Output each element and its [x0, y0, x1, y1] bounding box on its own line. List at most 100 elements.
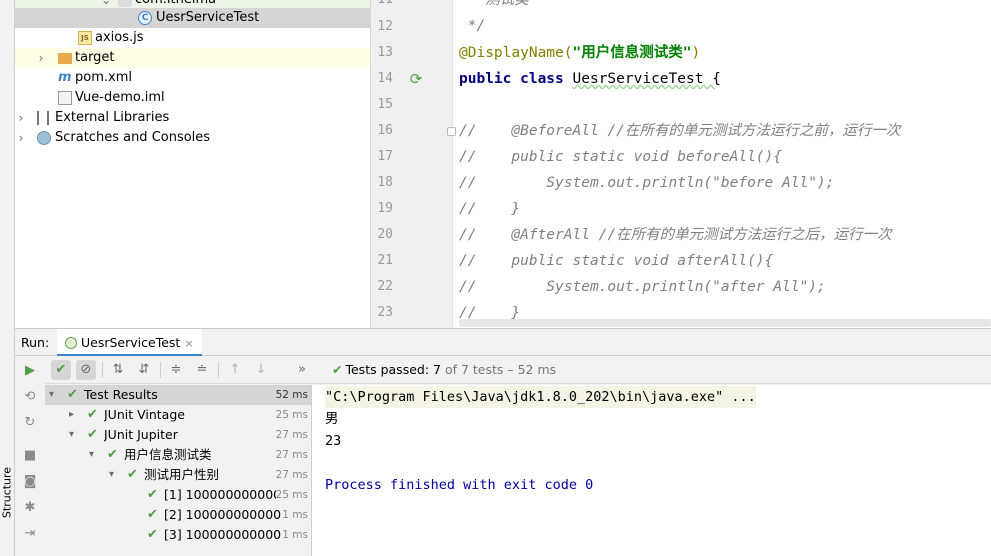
line-number: 21 [377, 253, 393, 268]
code-line-19: // } [459, 201, 521, 217]
scratches-icon [37, 131, 51, 145]
line-number: 13 [377, 45, 393, 60]
string-token: "用户信息测试类" [572, 45, 692, 61]
code-line-14: public class UesrServiceTest { [459, 66, 721, 92]
rerun-icon[interactable]: ▶ [21, 362, 39, 380]
chevron-down-icon[interactable]: ▾ [89, 445, 94, 465]
debug-icon[interactable]: ✱ [21, 499, 39, 517]
toolbar-separator [218, 362, 219, 378]
structure-tab[interactable]: Structure [0, 466, 14, 524]
test-node-time: 52 ms [275, 389, 308, 401]
sort-by-duration-icon[interactable]: ⇵ [134, 360, 154, 380]
test-node-junit-jupiter[interactable]: ▾ ✔ JUnit Jupiter 27 ms [45, 425, 311, 445]
line-number: 22 [377, 279, 393, 294]
class-name-token: UesrServiceTest { [572, 71, 721, 87]
close-icon[interactable]: × [184, 337, 193, 350]
check-icon: ✔ [87, 407, 98, 422]
tree-item-pom-xml[interactable]: m pom.xml [15, 68, 370, 88]
left-tool-strip: Structure [0, 0, 15, 556]
line-number: 17 [377, 149, 393, 164]
code-line-13: @DisplayName("用户信息测试类") [459, 40, 700, 66]
tree-item-vue-demo-iml[interactable]: Vue-demo.iml [15, 88, 370, 108]
console-output[interactable]: "C:\Program Files\Java\jdk1.8.0_202\bin\… [312, 385, 991, 556]
check-icon: ✔ [147, 527, 158, 542]
editor-horizontal-scrollbar[interactable] [459, 319, 991, 327]
test-node-time: 27 ms [275, 429, 308, 441]
toolbar-separator [160, 362, 161, 378]
show-passed-icon[interactable]: ✔ [51, 360, 71, 380]
test-node-label: [3] 1000000000000 [164, 527, 282, 542]
code-line-18: // System.out.println("before All"); [459, 175, 835, 191]
tree-item-axios-js[interactable]: JS axios.js [15, 28, 370, 48]
run-test-gutter-icon[interactable]: ⟳ [407, 70, 425, 88]
test-node-label: JUnit Vintage [104, 407, 185, 422]
test-node-time: 27 ms [275, 449, 308, 461]
test-node-case-3[interactable]: ✔ [3] 1000000000000 1 ms [45, 525, 311, 545]
stop-icon[interactable]: ■ [21, 447, 39, 465]
sort-alphabetically-icon[interactable]: ⇅ [108, 360, 128, 380]
run-toolbar: ✔ ⊘ ⇅ ⇵ ≑ ≐ ↑ ↓ » ✔ Tests passed: 7 of 7 … [45, 356, 991, 384]
test-node-method[interactable]: ▾ ✔ 测试用户性别 27 ms [45, 465, 311, 485]
line-number: 11 [371, 0, 393, 7]
keyword-token: public class [459, 71, 573, 87]
code-editor[interactable]: 11 12 13 14 15 16 17 18 19 20 21 22 23 ⟳… [371, 0, 991, 328]
test-node-time: 1 ms [282, 529, 308, 541]
test-node-case-2[interactable]: ✔ [2] 1000000000000 1 ms [45, 505, 311, 525]
check-icon: ✔ [127, 467, 138, 482]
chevron-down-icon[interactable]: ▾ [49, 385, 54, 405]
export-icon[interactable]: ⇥ [21, 525, 39, 543]
test-node-case-1[interactable]: ✔ [1] 1000000000000 25 ms [45, 485, 311, 505]
chevron-right-icon[interactable]: › [15, 128, 27, 148]
folder-icon [58, 53, 72, 64]
test-node-junit-vintage[interactable]: ▸ ✔ JUnit Vintage 25 ms [45, 405, 311, 425]
chevron-right-icon[interactable]: › [15, 108, 27, 128]
code-line-20: // @AfterAll //在所有的单元测试方法运行之后，运行一次 [459, 227, 892, 243]
test-node-label: 用户信息测试类 [124, 447, 212, 462]
console-line-output: 23 [325, 433, 342, 449]
chevron-down-icon[interactable]: ▾ [109, 465, 114, 485]
camera-icon[interactable]: ◙ [21, 473, 39, 491]
run-tab-label: UesrServiceTest [81, 335, 181, 350]
chevron-down-icon[interactable]: ▾ [69, 425, 74, 445]
maven-icon: m [58, 70, 72, 85]
test-node-time: 25 ms [275, 489, 308, 501]
previous-failed-icon[interactable]: ↑ [225, 360, 245, 380]
collapse-all-icon[interactable]: ≐ [192, 360, 212, 380]
show-ignored-icon[interactable]: ⊘ [76, 360, 96, 380]
line-number: 16 [377, 123, 393, 138]
toggle-auto-test-icon[interactable]: ↻ [21, 414, 39, 432]
check-icon: ✔ [67, 387, 78, 402]
tree-item-scratches[interactable]: › Scratches and Consoles [15, 128, 370, 148]
structure-tab-label: Structure [0, 466, 14, 519]
tree-item-uesrservicetest[interactable]: C UesrServiceTest [15, 8, 370, 28]
test-node-label: Test Results [84, 387, 158, 402]
test-run-icon [65, 337, 77, 349]
fold-marker-icon[interactable] [447, 127, 456, 136]
expand-all-icon[interactable]: ≑ [166, 360, 186, 380]
project-tree: ⌄ com.itheima C UesrServiceTest JS axios… [15, 0, 371, 328]
test-node-time: 25 ms [275, 409, 308, 421]
console-line-output: 男 [325, 411, 339, 427]
check-icon: ✔ [147, 507, 158, 522]
test-results-root[interactable]: ▾ ✔ Test Results 52 ms [45, 385, 311, 405]
code-line-21: // public static void afterAll(){ [459, 253, 774, 269]
tests-status-suffix: of 7 tests – 52 ms [440, 362, 557, 377]
line-number: 15 [377, 97, 393, 112]
next-failed-icon[interactable]: ↓ [251, 360, 271, 380]
code-line-12: */ [459, 18, 486, 34]
console-line-exit: Process finished with exit code 0 [325, 477, 594, 493]
rerun-failed-icon[interactable]: ⟲ [21, 388, 39, 406]
tests-status: ✔ Tests passed: 7 of 7 tests – 52 ms [332, 362, 556, 377]
tree-item-external-libraries[interactable]: › External Libraries [15, 108, 370, 128]
line-number: 20 [377, 227, 393, 242]
test-node-class[interactable]: ▾ ✔ 用户信息测试类 27 ms [45, 445, 311, 465]
tests-status-prefix: Tests passed: [345, 362, 434, 377]
tree-item-target[interactable]: › target [15, 48, 370, 68]
chevron-right-icon[interactable]: › [35, 48, 47, 68]
run-panel-header: Run: UesrServiceTest × [15, 329, 991, 356]
check-icon: ✔ [107, 447, 118, 462]
line-number: 12 [377, 19, 393, 34]
run-tab-uesrservicetest[interactable]: UesrServiceTest × [57, 329, 202, 356]
chevron-right-icon[interactable]: ▸ [69, 405, 74, 425]
more-options-icon[interactable]: » [292, 360, 312, 380]
